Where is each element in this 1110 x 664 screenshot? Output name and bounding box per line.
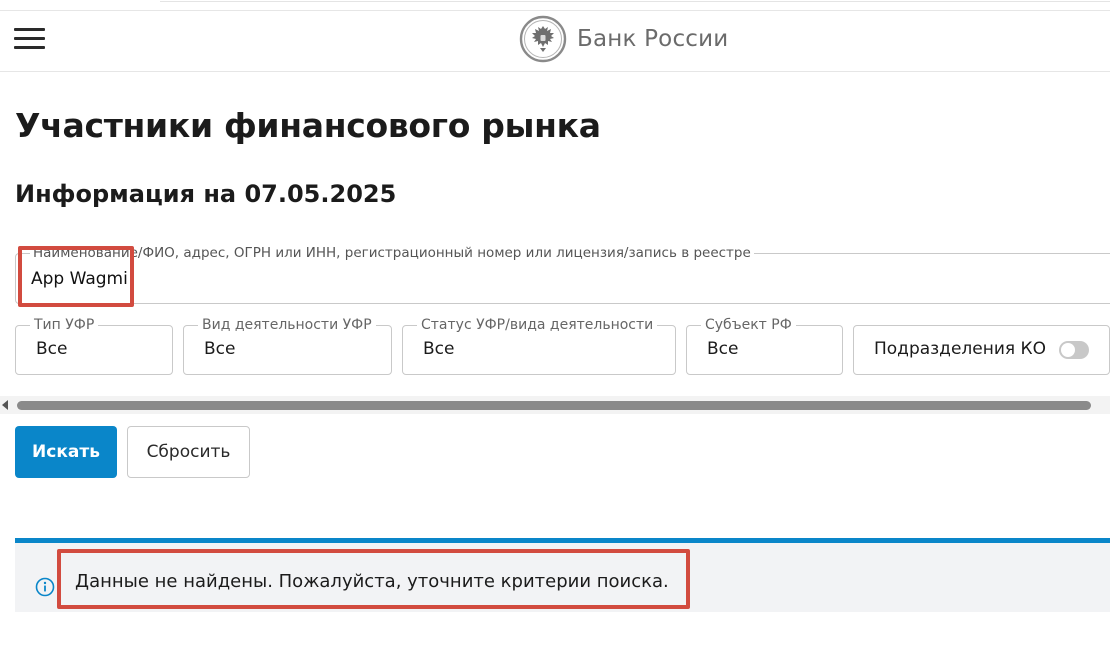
- alert-message: Данные не найдены. Пожалуйста, уточните …: [75, 571, 669, 592]
- scroll-left-arrow-icon[interactable]: [2, 400, 8, 410]
- site-header: Банк России: [0, 10, 1110, 72]
- search-field-label: Наименование/ФИО, адрес, ОГРН или ИНН, р…: [30, 245, 754, 261]
- bank-logo[interactable]: Банк России: [519, 14, 728, 64]
- filter-label: Тип УФР: [30, 317, 99, 333]
- ko-branches-toggle-box: Подразделения КО: [853, 325, 1110, 375]
- filter-label: Вид деятельности УФР: [198, 317, 376, 333]
- top-strip-line: [160, 0, 1110, 2]
- toggle-label: Подразделения КО: [874, 339, 1046, 359]
- menu-line: [14, 28, 45, 31]
- info-date-subtitle: Информация на 07.05.2025: [15, 180, 397, 208]
- ko-branches-toggle[interactable]: [1059, 341, 1089, 359]
- search-field: Наименование/ФИО, адрес, ОГРН или ИНН, р…: [15, 245, 1110, 304]
- top-strip: [0, 0, 1110, 10]
- filter-ufr-type[interactable]: Тип УФР Все: [15, 317, 173, 375]
- double-headed-eagle-emblem-icon: [519, 15, 567, 63]
- brand-name: Банк России: [577, 26, 729, 52]
- filter-label: Субъект РФ: [701, 317, 796, 333]
- filter-status[interactable]: Статус УФР/вида деятельности Все: [402, 317, 676, 375]
- page-title: Участники финансового рынка: [15, 106, 601, 145]
- reset-button[interactable]: Сбросить: [127, 426, 250, 478]
- filter-value: Все: [204, 339, 236, 359]
- no-results-alert: Данные не найдены. Пожалуйста, уточните …: [15, 538, 1110, 612]
- hamburger-menu-icon[interactable]: [14, 27, 46, 51]
- info-circle-icon: [35, 577, 55, 597]
- menu-line: [14, 37, 45, 40]
- filter-value: Все: [707, 339, 739, 359]
- filter-activity-type[interactable]: Вид деятельности УФР Все: [183, 317, 392, 375]
- filter-region[interactable]: Субъект РФ Все: [686, 317, 843, 375]
- menu-line: [14, 46, 45, 49]
- search-button[interactable]: Искать: [15, 426, 117, 478]
- filter-label: Статус УФР/вида деятельности: [417, 317, 658, 333]
- horizontal-scrollbar[interactable]: [0, 396, 1110, 414]
- filter-value: Все: [36, 339, 68, 359]
- search-input[interactable]: [31, 266, 1091, 292]
- scrollbar-thumb[interactable]: [17, 401, 1091, 410]
- filter-value: Все: [423, 339, 455, 359]
